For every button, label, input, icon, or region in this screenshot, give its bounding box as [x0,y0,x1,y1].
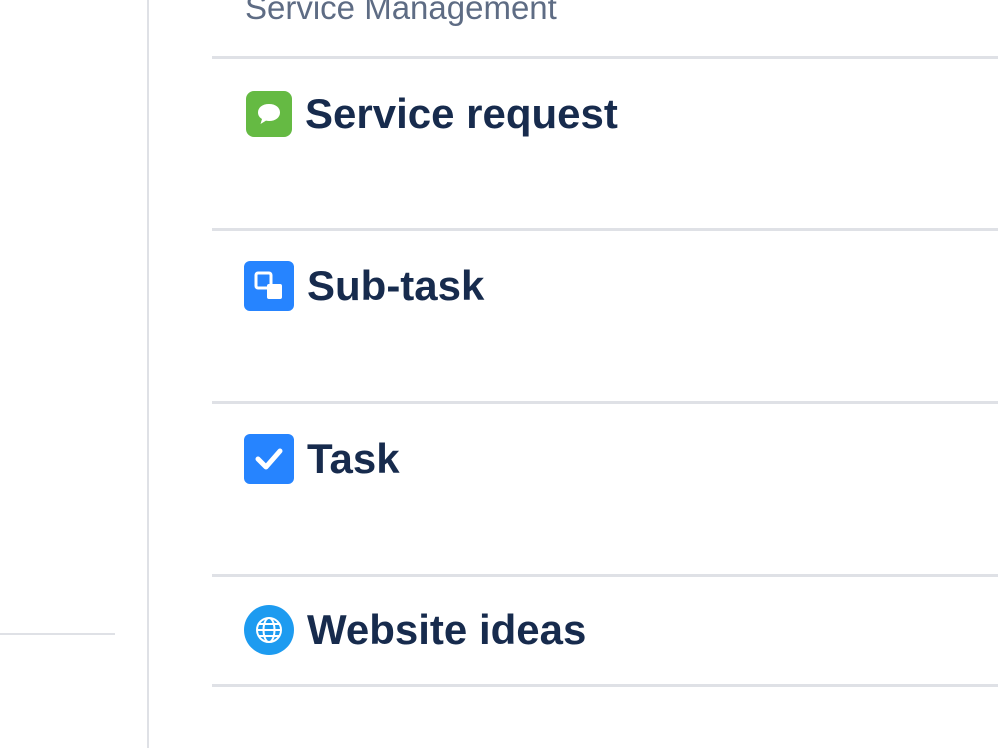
left-divider [0,633,115,635]
issue-type-page: Service Management Service request Sub-t… [0,0,998,748]
issue-type-label: Website ideas [307,606,587,653]
issue-type-option[interactable]: Website ideas [244,605,586,655]
issue-type-option[interactable]: Sub-task [244,261,484,311]
issue-type-row-service-request[interactable]: Service request [212,59,998,229]
panel-divider [147,0,149,748]
issue-type-list: Service Management Service request Sub-t… [212,0,998,748]
globe-icon [244,605,294,655]
subtask-icon [244,261,294,311]
issue-type-label: Service request [305,90,618,137]
row-divider [212,684,998,687]
issue-type-label: Task [307,435,400,482]
issue-type-option[interactable]: Service request [244,89,618,139]
section-title: Service Management [245,0,557,26]
issue-type-row-website-ideas[interactable]: Website ideas [212,577,998,685]
issue-type-row-task[interactable]: Task [212,404,998,574]
issue-type-row-sub-task[interactable]: Sub-task [212,231,998,401]
issue-type-option[interactable]: Task [244,434,400,484]
speech-bubble-icon [246,91,292,137]
issue-type-label: Sub-task [307,262,485,309]
left-panel [0,0,148,748]
checkmark-icon [244,434,294,484]
